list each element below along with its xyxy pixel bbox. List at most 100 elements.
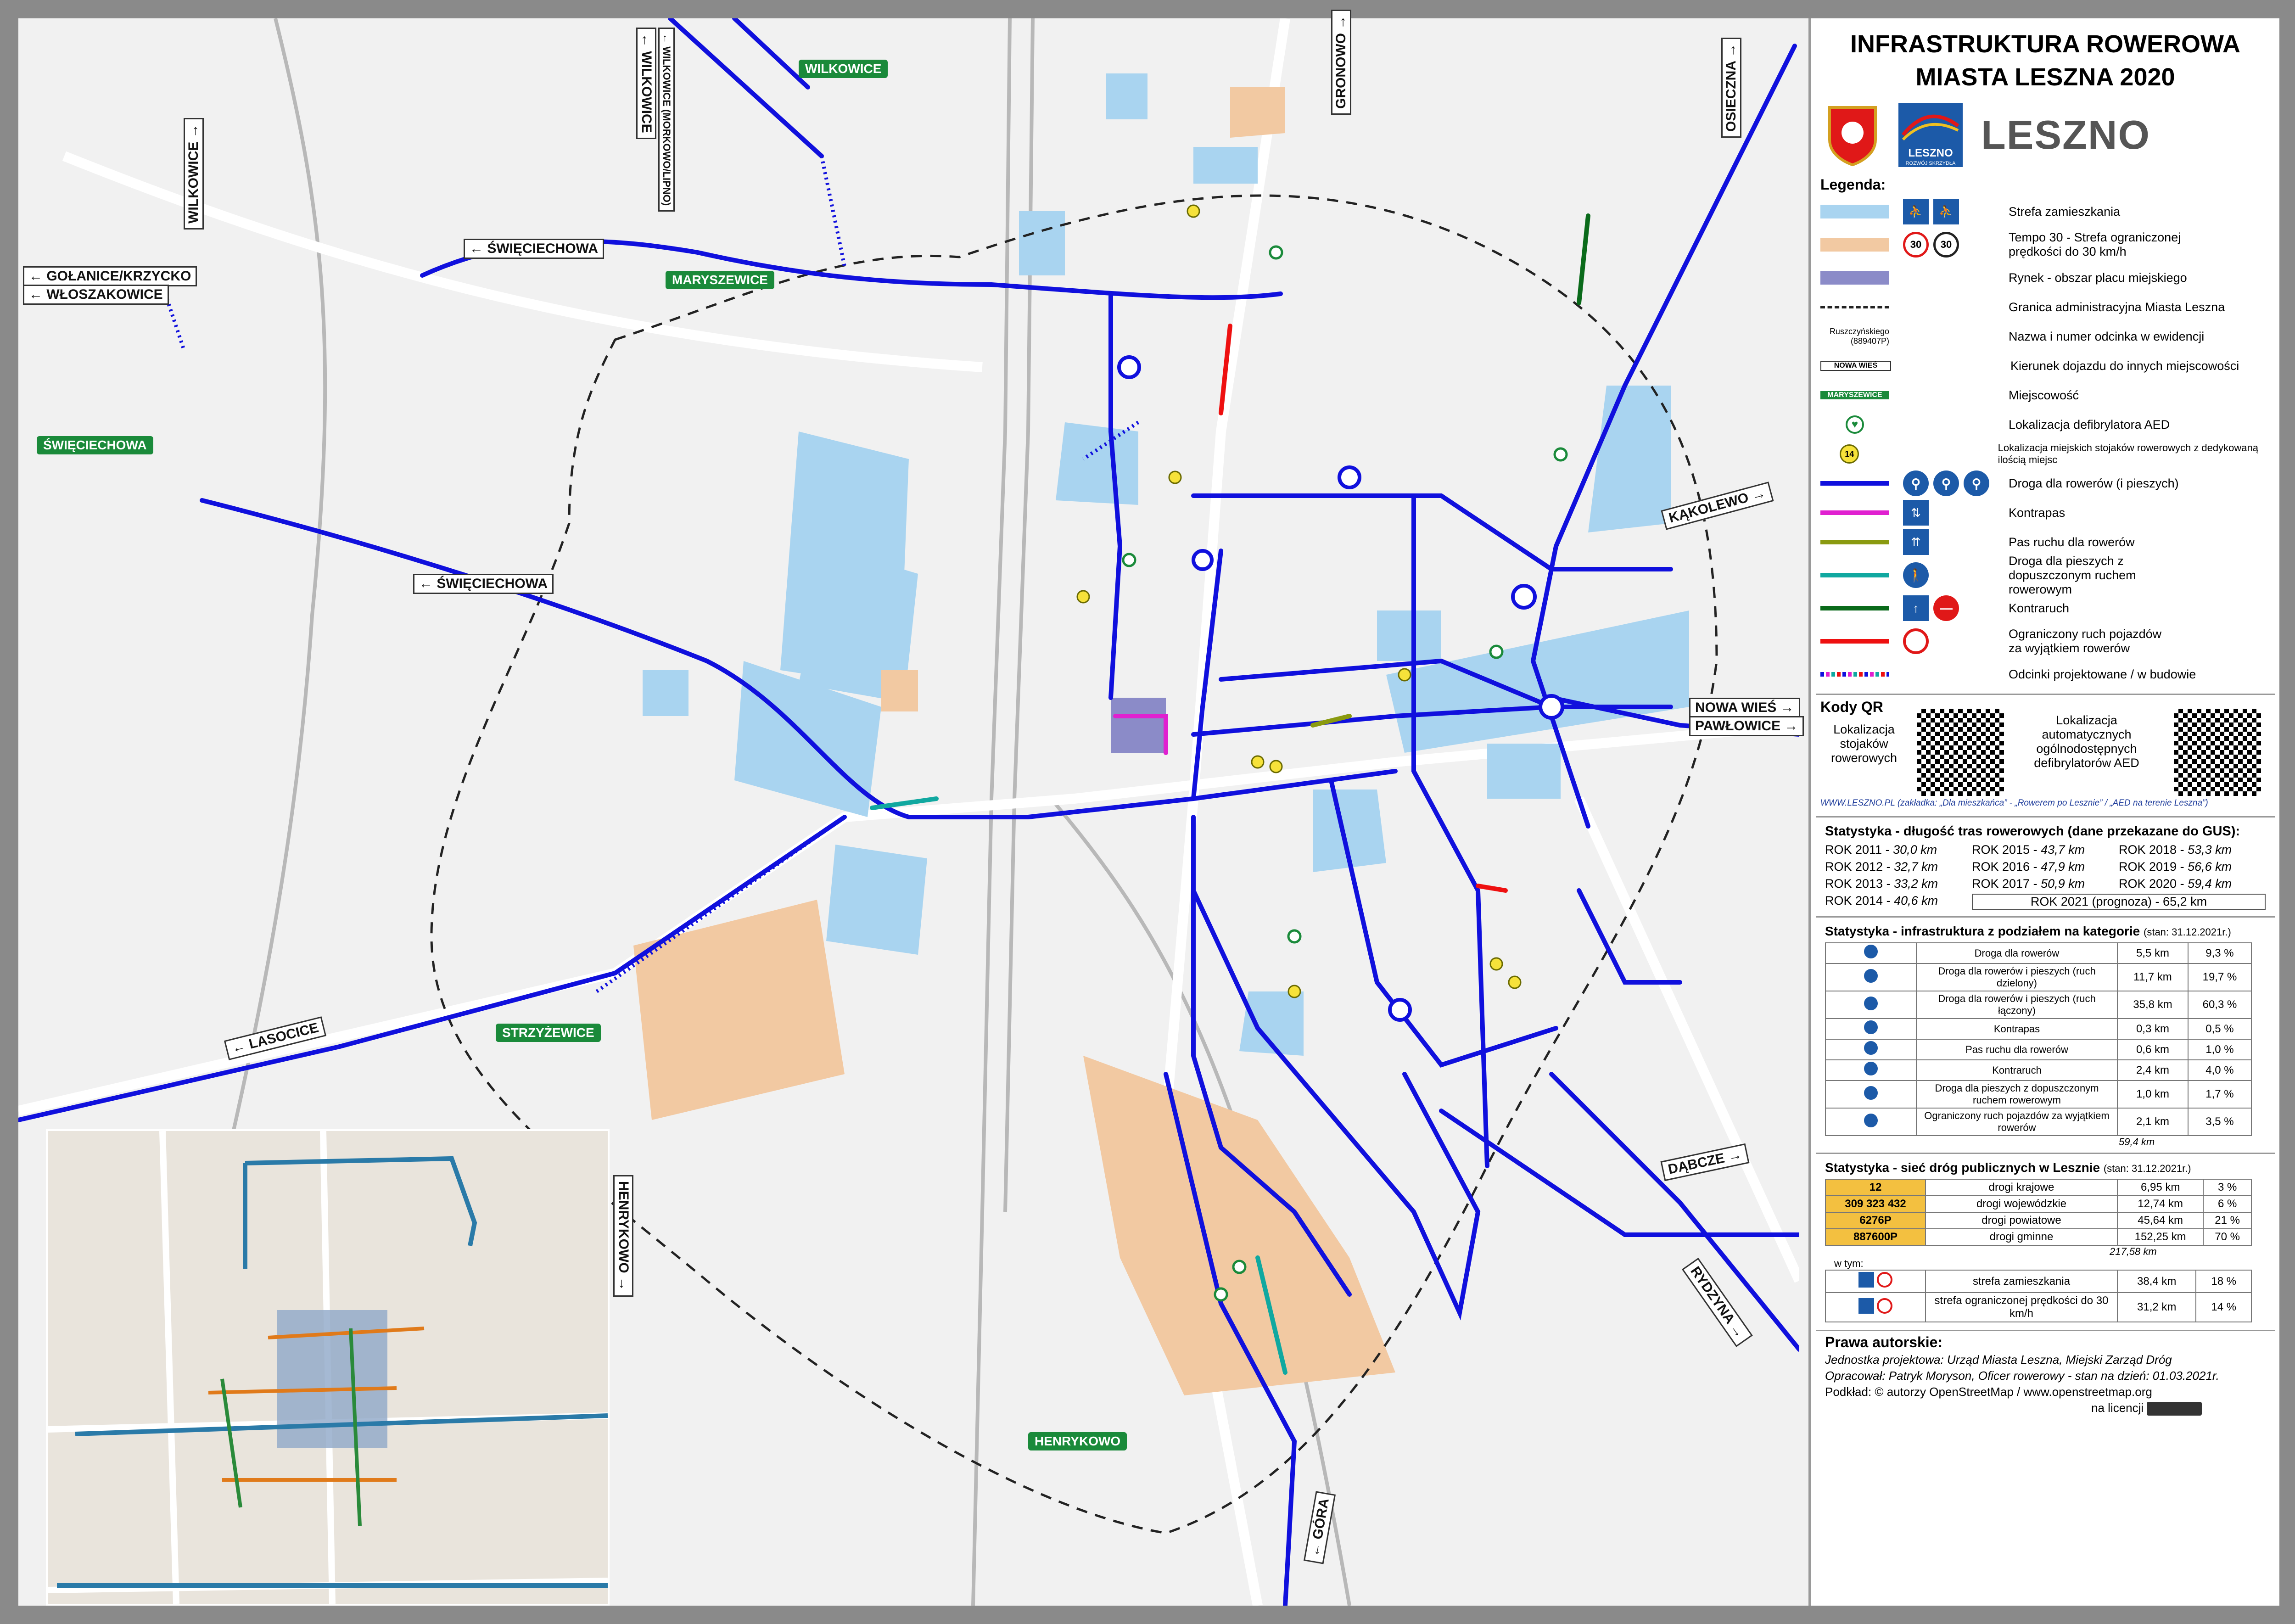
direction-tag: ← WILKOWICE — [636, 28, 656, 139]
stat-year-item: ROK 2018 - 53,3 km — [2119, 843, 2232, 857]
category-percent: 3,5 % — [2187, 1108, 2252, 1136]
category-name: Droga dla rowerów i pieszych (ruch łączo… — [1916, 991, 2118, 1019]
direction-tag: ← ŚWIĘCIECHOWA — [413, 574, 554, 594]
legend-label: Miejscowość — [2009, 388, 2079, 402]
copyright-section: Prawa autorskie: Jednostka projektowa: U… — [1816, 1330, 2275, 1416]
direction-tag: HENRYKOWO → — [613, 1175, 633, 1297]
table-row: Kontrapas 0,3 km 0,5 % — [1825, 1018, 2252, 1040]
stats-length-grid: ROK 2011 - 30,0 km ROK 2015 - 43,7 km RO… — [1825, 843, 2266, 910]
no-vehicles-sign-icon — [1903, 628, 1929, 654]
stats-length-heading: Statystyka - długość tras rowerowych (da… — [1825, 824, 2240, 839]
road-category: drogi powiatowe — [1925, 1212, 2118, 1229]
road-length: 6,95 km — [2116, 1179, 2204, 1196]
category-percent: 1,7 % — [2187, 1080, 2252, 1109]
table-row: 309 323 432 drogi wojewódzkie 12,74 km 6 % — [1825, 1195, 2252, 1213]
stat-year-item: ROK 2020 - 59,4 km — [2119, 877, 2232, 890]
legend-label: Ograniczony ruch pojazdów za wyjątkiem r… — [2009, 627, 2162, 655]
legend-row: Ruszczyńskiego (889407P) Nazwa i numer od… — [1820, 322, 2270, 351]
leszno-bike-logo: LESZNO — [1981, 112, 2150, 157]
stat-year-item: ROK 2017 - 50,9 km — [1972, 877, 2085, 890]
table-row: Droga dla rowerów 5,5 km 9,3 % — [1825, 942, 2252, 964]
border-line-sample — [1820, 306, 1889, 308]
table-row: strefa ograniczonej prędkości do 30 km/h… — [1825, 1292, 2252, 1322]
one-way-sign-icon: ↑ — [1903, 595, 1929, 621]
category-sign-icon — [1825, 942, 1917, 964]
legend-row: Odcinki projektowane / w budowie — [1820, 660, 2270, 689]
aed-sample: ♥ — [1820, 415, 1889, 434]
direction-tag: ← WŁOSZAKOWICE — [23, 285, 169, 305]
stats-roads-subheading: w tym: — [1834, 1258, 1864, 1269]
qr-code-racks-icon[interactable] — [1917, 709, 2004, 796]
copyright-line: Jednostka projektowa: Urząd Miasta Leszn… — [1825, 1353, 2172, 1366]
shared-path-sign-icon: ⚲ — [1933, 470, 1959, 496]
stats-roads-date: (stan: 31.12.2021r.) — [2103, 1163, 2191, 1174]
category-sign-icon — [1825, 1039, 1917, 1060]
legend-panel: INFRASTRUKTURA ROWEROWA MIASTA LESZNA 20… — [1808, 18, 2279, 1606]
legend-icons: ⇅ — [1903, 500, 1990, 526]
zone-sign-icon — [1825, 1292, 1926, 1322]
category-name: Kontraruch — [1916, 1059, 2118, 1081]
stats-zones-table: strefa zamieszkania 38,4 km 18 % strefa ogr… — [1825, 1270, 2252, 1322]
qr-code-aed-icon[interactable] — [2174, 709, 2261, 796]
legend-row: ⇅ Kontrapas — [1820, 498, 2270, 527]
road-length: 12,74 km — [2116, 1195, 2204, 1213]
category-sign-icon — [1825, 1059, 1917, 1081]
speed-30-sign-icon: 30 — [1903, 232, 1929, 258]
bike-path-sign-icon: ⚲ — [1903, 470, 1929, 496]
legend-label: Droga dla rowerów (i pieszych) — [2009, 476, 2179, 490]
legend-label: Lokalizacja defibrylatora AED — [2009, 417, 2170, 431]
logo-caption: LESZNO — [1908, 147, 1953, 159]
zone-length: 38,4 km — [2116, 1270, 2197, 1293]
legend-row: Granica administracyjna Miasta Leszna — [1820, 292, 2270, 322]
legend-label: Rynek - obszar placu miejskiego — [2009, 270, 2187, 285]
direction-sample: NOWA WIEŚ — [1820, 361, 1891, 371]
website-link[interactable]: WWW.LESZNO.PL (zakładka: „Dla mieszkańca… — [1820, 798, 2208, 808]
category-length: 11,7 km — [2117, 963, 2189, 991]
legend-row: NOWA WIEŚ Kierunek dojazdu do innych mie… — [1820, 351, 2270, 381]
cc-license-icon[interactable] — [2147, 1402, 2202, 1416]
zone-length: 31,2 km — [2116, 1292, 2197, 1322]
direction-tag: NOWA WIEŚ → — [1689, 698, 1800, 718]
qr-label-racks: Lokalizacja stojaków rowerowych — [1830, 722, 1898, 765]
stat-year-item: ROK 2014 - 40,6 km — [1825, 894, 1938, 907]
bike-rack-icon: 14 — [1840, 444, 1859, 464]
table-row: Pas ruchu dla rowerów 0,6 km 1,0 % — [1825, 1039, 2252, 1060]
table-row: Droga dla pieszych z dopuszczonym ruchem… — [1825, 1080, 2252, 1109]
category-length: 0,3 km — [2117, 1018, 2189, 1040]
category-percent: 1,0 % — [2187, 1039, 2252, 1060]
road-category: drogi wojewódzkie — [1925, 1195, 2118, 1213]
zone-percent: 14 % — [2195, 1292, 2252, 1322]
city-map[interactable]: ← WILKOWICE ← WILKOWICE (MORKOWO/LIPNO) … — [16, 9, 1804, 1608]
legend-label: Granica administracyjna Miasta Leszna — [2009, 300, 2225, 314]
copyright-line: Podkład: © autorzy OpenStreetMap / www.o… — [1825, 1385, 2152, 1399]
legend-icons: 🚶 — [1903, 562, 1990, 588]
category-sign-icon — [1825, 1080, 1917, 1109]
stats-roads-heading: Statystyka - sieć dróg publicznych w Les… — [1825, 1160, 2100, 1175]
table-row: 6276P drogi powiatowe 45,64 km 21 % — [1825, 1212, 2252, 1229]
living-zone-end-sign-icon: ⛹ — [1933, 199, 1959, 224]
legend-row: Rynek - obszar placu miejskiego — [1820, 263, 2270, 292]
road-number: 6276P — [1825, 1212, 1926, 1229]
category-name: Droga dla pieszych z dopuszczonym ruchem… — [1916, 1080, 2118, 1109]
legend-row: ⛹ ⛹ Strefa zamieszkania — [1820, 197, 2270, 226]
direction-tag: ← ŚWIĘCIECHOWA — [464, 239, 605, 259]
legend-row: Ograniczony ruch pojazdów za wyjątkiem r… — [1820, 623, 2270, 660]
legend-line-sample — [1820, 639, 1889, 644]
legend-swatch — [1820, 205, 1889, 218]
legend-icons: 30 30 — [1903, 232, 1990, 258]
category-length: 2,4 km — [2117, 1059, 2189, 1081]
logo-tagline: ROZWÓJ SKRZYDŁA — [1905, 161, 1956, 166]
stats-roads-table: 12 drogi krajowe 6,95 km 3 % 309 323 432 drog… — [1825, 1179, 2252, 1246]
city-centre-inset-map[interactable] — [46, 1129, 610, 1606]
inset-canvas — [47, 1131, 608, 1604]
stats-categories-heading: Statystyka - infrastruktura z podziałem … — [1825, 924, 2140, 938]
legend-label: Pas ruchu dla rowerów — [2009, 535, 2135, 549]
stat-year-item: ROK 2013 - 33,2 km — [1825, 877, 1938, 890]
category-percent: 9,3 % — [2187, 942, 2252, 964]
legend-label: Droga dla pieszych z dopuszczonym ruchem… — [2009, 554, 2136, 596]
legend-icons: ⇈ — [1903, 529, 1990, 555]
projected-line-sample — [1820, 672, 1889, 677]
road-category: drogi gminne — [1925, 1228, 2118, 1246]
place-label: MARYSZEWICE — [666, 271, 774, 289]
category-name: Ograniczony ruch pojazdów za wyjątkiem r… — [1916, 1108, 2118, 1136]
